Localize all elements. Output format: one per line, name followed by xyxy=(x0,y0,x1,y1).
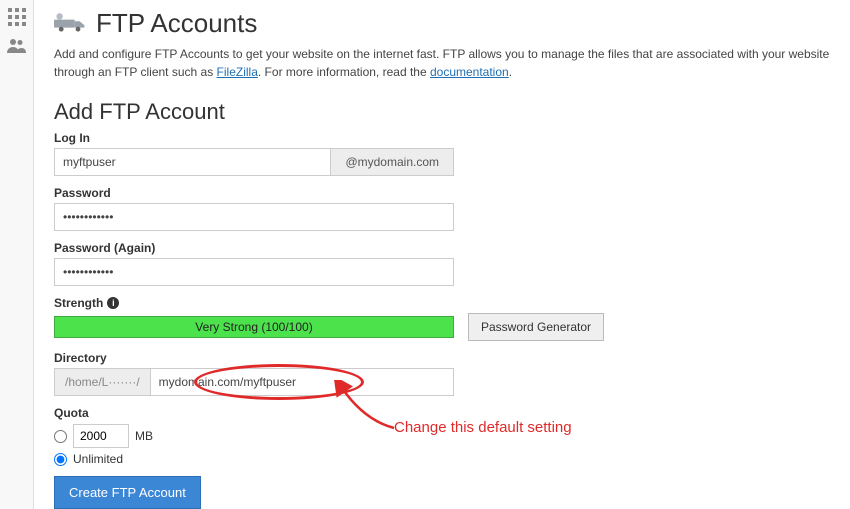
documentation-link[interactable]: documentation xyxy=(430,65,509,79)
password-label: Password xyxy=(54,186,830,200)
strength-field: Strength i Very Strong (100/100) Passwor… xyxy=(54,296,830,341)
quota-unlimited-label: Unlimited xyxy=(73,452,123,466)
password-again-label: Password (Again) xyxy=(54,241,830,255)
annotation-text: Change this default setting xyxy=(394,419,572,436)
create-ftp-account-button[interactable]: Create FTP Account xyxy=(54,476,201,509)
quota-unlimited-radio[interactable] xyxy=(54,453,67,466)
quota-size-radio[interactable] xyxy=(54,430,67,443)
login-input[interactable] xyxy=(54,148,330,176)
quota-field: Quota MB Unlimited xyxy=(54,406,830,466)
quota-unlimited-option[interactable]: Unlimited xyxy=(54,452,830,466)
directory-input[interactable] xyxy=(150,368,454,396)
sidebar xyxy=(0,0,34,509)
desc-text: . xyxy=(509,65,512,79)
password-again-input[interactable] xyxy=(54,258,454,286)
info-icon[interactable]: i xyxy=(107,297,119,309)
desc-text: . For more information, read the xyxy=(258,65,430,79)
quota-size-unit: MB xyxy=(135,429,153,443)
filezilla-link[interactable]: FileZilla xyxy=(217,65,258,79)
directory-field: Directory /home/L·······/ xyxy=(54,351,830,396)
page-title: FTP Accounts xyxy=(96,8,257,39)
quota-label: Quota xyxy=(54,406,830,420)
main-content: FTP Accounts Add and configure FTP Accou… xyxy=(34,0,850,509)
page-description: Add and configure FTP Accounts to get yo… xyxy=(54,45,830,81)
password-generator-button[interactable]: Password Generator xyxy=(468,313,604,341)
password-input[interactable] xyxy=(54,203,454,231)
login-domain-suffix: @mydomain.com xyxy=(330,148,454,176)
section-heading: Add FTP Account xyxy=(54,99,830,125)
truck-icon xyxy=(54,9,86,38)
quota-size-input[interactable] xyxy=(73,424,129,448)
directory-prefix: /home/L·······/ xyxy=(54,368,150,396)
grid-icon[interactable] xyxy=(8,8,26,26)
password-again-field: Password (Again) xyxy=(54,241,830,286)
page-header: FTP Accounts xyxy=(54,8,830,39)
users-icon[interactable] xyxy=(7,38,27,54)
strength-label: Strength xyxy=(54,296,103,310)
password-field: Password xyxy=(54,186,830,231)
strength-meter: Very Strong (100/100) xyxy=(54,316,454,338)
login-field: Log In @mydomain.com xyxy=(54,131,830,176)
directory-label: Directory xyxy=(54,351,830,365)
login-label: Log In xyxy=(54,131,830,145)
